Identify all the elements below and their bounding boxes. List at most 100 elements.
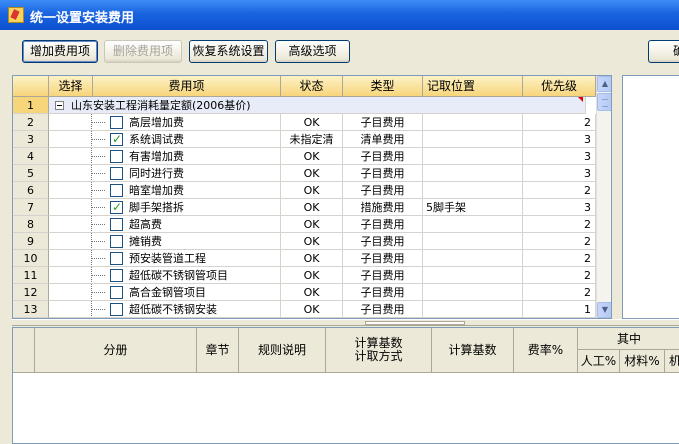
priority-cell[interactable]: 3 bbox=[523, 199, 596, 216]
record-position-cell[interactable] bbox=[423, 301, 523, 318]
table-row[interactable]: 10 预安装管道工程 OK 子目费用 2 bbox=[13, 250, 596, 267]
group-row[interactable]: 1 山东安装工程消耗量定额(2006基价) bbox=[13, 97, 586, 114]
fee-item-cell[interactable]: 超低碳不锈钢管项目 bbox=[49, 267, 281, 284]
table-row[interactable]: 12 高合金钢管项目 OK 子目费用 2 bbox=[13, 284, 596, 301]
fee-item-cell[interactable]: 预安装管道工程 bbox=[49, 250, 281, 267]
record-position-cell[interactable]: 5脚手架 bbox=[423, 199, 523, 216]
type-cell[interactable]: 子目费用 bbox=[343, 284, 423, 301]
type-cell[interactable]: 子目费用 bbox=[343, 165, 423, 182]
record-position-cell[interactable] bbox=[423, 233, 523, 250]
fee-item-cell[interactable]: 摊销费 bbox=[49, 233, 281, 250]
priority-cell[interactable]: 2 bbox=[523, 233, 596, 250]
status-cell[interactable]: OK bbox=[281, 216, 343, 233]
status-cell[interactable]: OK bbox=[281, 199, 343, 216]
priority-cell[interactable]: 3 bbox=[523, 165, 596, 182]
header-record-position[interactable]: 记取位置 bbox=[423, 76, 523, 97]
table-row[interactable]: 6 暗室增加费 OK 子目费用 2 bbox=[13, 182, 596, 199]
type-cell[interactable]: 措施费用 bbox=[343, 199, 423, 216]
type-cell[interactable]: 子目费用 bbox=[343, 182, 423, 199]
status-cell[interactable]: OK bbox=[281, 284, 343, 301]
status-cell[interactable]: 未指定清 bbox=[281, 131, 343, 148]
table-row[interactable]: 3 系统调试费 未指定清清单费用 3 bbox=[13, 131, 596, 148]
status-cell[interactable]: OK bbox=[281, 148, 343, 165]
scroll-up-icon[interactable]: ▲ bbox=[597, 76, 611, 92]
lower-header-machine[interactable]: 机 bbox=[665, 350, 679, 373]
record-position-cell[interactable] bbox=[423, 148, 523, 165]
priority-cell[interactable]: 2 bbox=[523, 182, 596, 199]
confirm-button[interactable]: 确 bbox=[648, 40, 679, 63]
priority-cell[interactable]: 2 bbox=[523, 216, 596, 233]
priority-cell[interactable]: 3 bbox=[523, 148, 596, 165]
status-cell[interactable]: OK bbox=[281, 250, 343, 267]
status-cell[interactable]: OK bbox=[281, 301, 343, 318]
select-checkbox[interactable] bbox=[110, 252, 123, 265]
header-status[interactable]: 状态 bbox=[281, 76, 343, 97]
restore-settings-button[interactable]: 恢复系统设置 bbox=[189, 40, 268, 63]
select-checkbox[interactable] bbox=[110, 218, 123, 231]
select-checkbox[interactable] bbox=[110, 199, 123, 215]
status-cell[interactable]: OK bbox=[281, 165, 343, 182]
fee-item-cell[interactable]: 脚手架搭拆 bbox=[49, 199, 281, 216]
fee-item-cell[interactable]: 有害增加费 bbox=[49, 148, 281, 165]
priority-cell[interactable]: 3 bbox=[523, 131, 596, 148]
select-checkbox[interactable] bbox=[110, 235, 123, 248]
header-fee-item[interactable]: 费用项 bbox=[93, 76, 281, 97]
select-checkbox[interactable] bbox=[110, 131, 123, 147]
table-row[interactable]: 11 超低碳不锈钢管项目 OK 子目费用 2 bbox=[13, 267, 596, 284]
type-cell[interactable]: 子目费用 bbox=[343, 216, 423, 233]
record-position-cell[interactable] bbox=[423, 131, 523, 148]
fee-item-cell[interactable]: 超低碳不锈钢安装 bbox=[49, 301, 281, 318]
select-checkbox[interactable] bbox=[110, 150, 123, 163]
collapse-icon[interactable] bbox=[55, 101, 64, 110]
lower-header-calc-method[interactable]: 计算基数 计取方式 bbox=[326, 328, 432, 373]
advanced-options-button[interactable]: 高级选项 bbox=[275, 40, 350, 63]
select-checkbox[interactable] bbox=[110, 167, 123, 180]
fee-item-cell[interactable]: 系统调试费 bbox=[49, 131, 281, 148]
fee-item-cell[interactable]: 超高费 bbox=[49, 216, 281, 233]
header-priority[interactable]: 优先级 bbox=[523, 76, 596, 97]
lower-header-volume[interactable]: 分册 bbox=[35, 328, 197, 373]
select-checkbox[interactable] bbox=[110, 116, 123, 129]
record-position-cell[interactable] bbox=[423, 284, 523, 301]
priority-cell[interactable]: 2 bbox=[523, 250, 596, 267]
type-cell[interactable]: 子目费用 bbox=[343, 250, 423, 267]
add-fee-button[interactable]: 增加费用项 bbox=[22, 40, 98, 63]
fee-item-cell[interactable]: 暗室增加费 bbox=[49, 182, 281, 199]
record-position-cell[interactable] bbox=[423, 250, 523, 267]
priority-cell[interactable]: 2 bbox=[523, 114, 596, 131]
delete-fee-button[interactable]: 删除费用项 bbox=[104, 40, 182, 63]
splitter-grip[interactable] bbox=[365, 321, 465, 325]
header-select[interactable]: 选择 bbox=[49, 76, 93, 97]
lower-header-chapter[interactable]: 章节 bbox=[197, 328, 239, 373]
lower-header-material[interactable]: 材料% bbox=[620, 350, 665, 373]
grid-scrollbar[interactable]: ▲ ▼ bbox=[596, 76, 611, 318]
scroll-down-icon[interactable]: ▼ bbox=[597, 302, 611, 318]
lower-header-labor[interactable]: 人工% bbox=[578, 350, 620, 373]
select-checkbox[interactable] bbox=[110, 303, 123, 316]
status-cell[interactable]: OK bbox=[281, 114, 343, 131]
type-cell[interactable]: 子目费用 bbox=[343, 301, 423, 318]
select-checkbox[interactable] bbox=[110, 269, 123, 282]
table-row[interactable]: 2 高层增加费 OK 子目费用 2 bbox=[13, 114, 596, 131]
table-row[interactable]: 9 摊销费 OK 子目费用 2 bbox=[13, 233, 596, 250]
header-type[interactable]: 类型 bbox=[343, 76, 423, 97]
splitter[interactable] bbox=[12, 319, 679, 326]
lower-header-rule[interactable]: 规则说明 bbox=[239, 328, 326, 373]
table-row[interactable]: 13 超低碳不锈钢安装 OK 子目费用 1 bbox=[13, 301, 596, 318]
select-checkbox[interactable] bbox=[110, 184, 123, 197]
table-row[interactable]: 8 超高费 OK 子目费用 2 bbox=[13, 216, 596, 233]
type-cell[interactable]: 子目费用 bbox=[343, 233, 423, 250]
status-cell[interactable]: OK bbox=[281, 267, 343, 284]
type-cell[interactable]: 子目费用 bbox=[343, 267, 423, 284]
fee-item-cell[interactable]: 高合金钢管项目 bbox=[49, 284, 281, 301]
record-position-cell[interactable] bbox=[423, 216, 523, 233]
select-checkbox[interactable] bbox=[110, 286, 123, 299]
table-row[interactable]: 4 有害增加费 OK 子目费用 3 bbox=[13, 148, 596, 165]
record-position-cell[interactable] bbox=[423, 165, 523, 182]
priority-cell[interactable]: 1 bbox=[523, 301, 596, 318]
type-cell[interactable]: 清单费用 bbox=[343, 131, 423, 148]
status-cell[interactable]: OK bbox=[281, 182, 343, 199]
type-cell[interactable]: 子目费用 bbox=[343, 148, 423, 165]
lower-header-rate[interactable]: 费率% bbox=[514, 328, 578, 373]
fee-item-cell[interactable]: 同时进行费 bbox=[49, 165, 281, 182]
